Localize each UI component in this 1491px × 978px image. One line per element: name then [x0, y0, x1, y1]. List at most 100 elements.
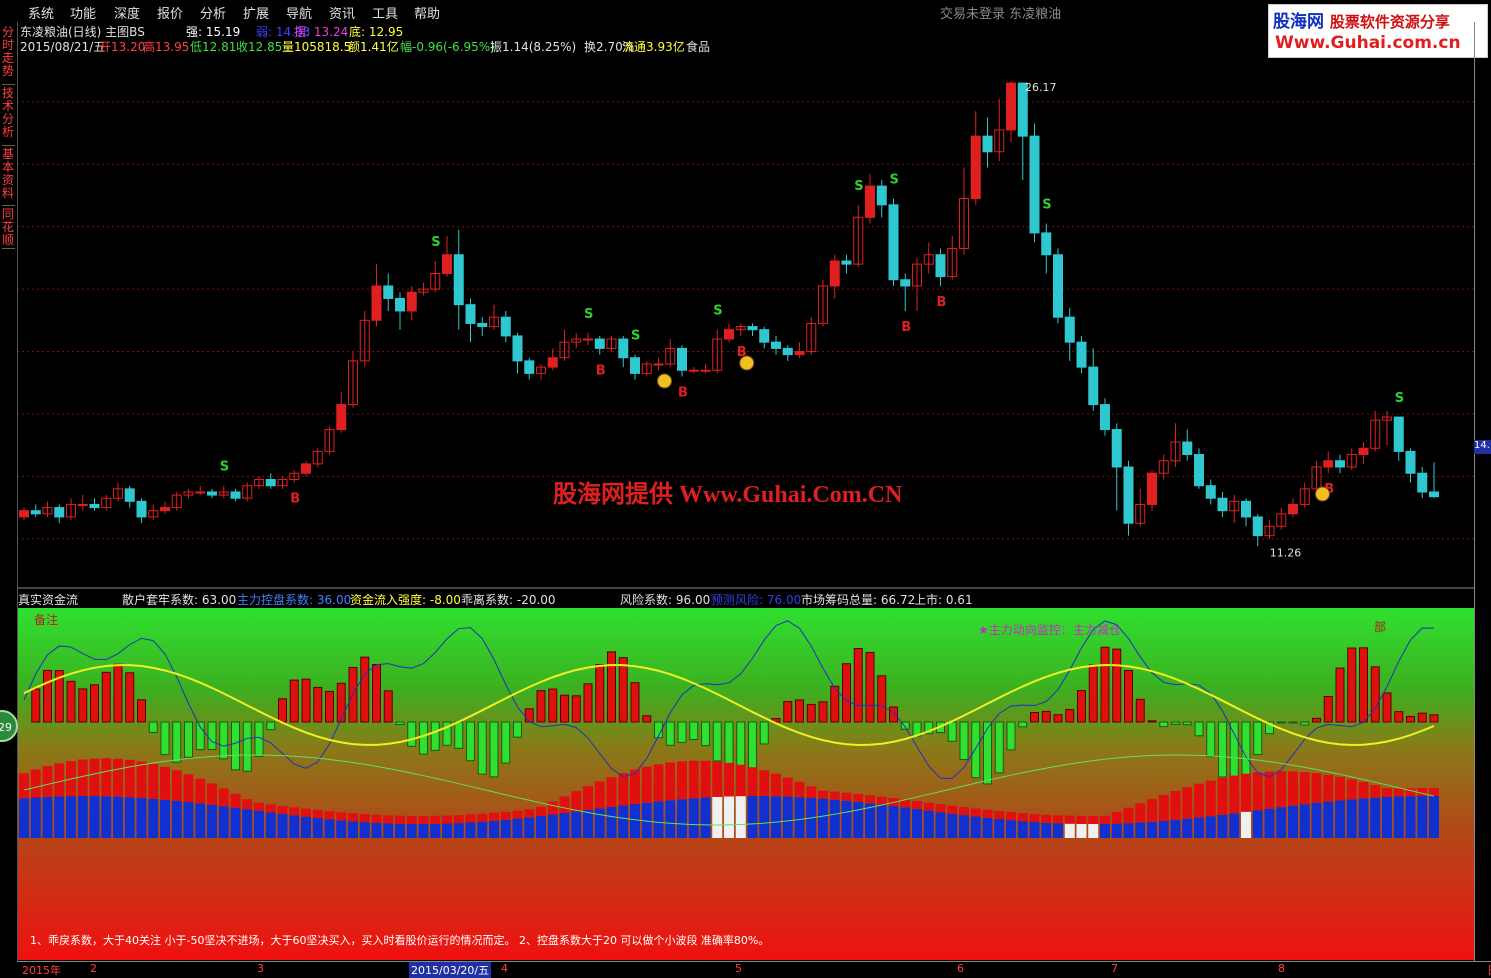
candle-body	[794, 351, 805, 356]
chip-bar	[547, 801, 558, 815]
retail-bar	[1370, 666, 1380, 723]
candle-body	[453, 254, 464, 306]
indicator-notes: 1、乖戾系数，大于40关注 小于-50坚决不进场，大于60坚决买入，买入时看股价…	[30, 934, 770, 947]
signal-B-6: B	[678, 385, 688, 400]
menu-4[interactable]: 分析	[200, 3, 226, 22]
chip-bar	[489, 812, 499, 821]
candle-body	[982, 135, 993, 153]
control-bar	[1241, 811, 1251, 838]
retail-bar	[806, 703, 816, 723]
date-label-m6: 6	[957, 962, 964, 975]
chip-total: 市场筹码总量: 66.72	[801, 593, 916, 607]
inflow-bar	[1194, 721, 1204, 737]
retail-bar	[1030, 712, 1039, 723]
control-bar	[359, 822, 370, 838]
candle-body	[747, 326, 758, 331]
inflow-bar	[477, 721, 487, 775]
chip-bar	[383, 815, 394, 824]
candle-body	[477, 322, 488, 328]
retail-bar	[853, 648, 863, 723]
chip-bar	[876, 796, 887, 805]
retail-bar	[289, 679, 299, 723]
guhai-logo: 股海网 股票软件资源分享 Www.Guhai.com.cn	[1268, 4, 1488, 58]
control-bar	[477, 821, 488, 838]
chip-bar	[1111, 811, 1122, 824]
candle-body	[724, 329, 734, 340]
chip-bar	[735, 764, 746, 797]
side-tab-2[interactable]: 基本资料	[2, 148, 15, 206]
control-bar	[618, 805, 629, 838]
side-tab-1[interactable]: 技术分析	[2, 87, 15, 146]
menu-2[interactable]: 深度	[114, 3, 140, 22]
candle-body	[547, 357, 558, 368]
inflow-bar	[172, 721, 182, 763]
control-bar	[794, 797, 805, 838]
chip-bar	[536, 806, 546, 817]
control-bar	[1029, 822, 1040, 838]
candle-body	[265, 478, 276, 487]
retail-bar	[642, 715, 652, 723]
chip-bar	[1088, 815, 1099, 824]
chip-bar	[77, 759, 88, 797]
candle-body	[1064, 316, 1075, 343]
candle-body	[77, 503, 88, 506]
control-bar	[700, 797, 711, 838]
retail-bar	[1394, 711, 1404, 723]
retail-bar	[1041, 710, 1051, 723]
menu-1[interactable]: 功能	[70, 3, 96, 22]
signal-S-3: S	[584, 307, 593, 322]
chip-bar	[242, 799, 253, 810]
menu-3[interactable]: 报价	[157, 3, 183, 22]
control-bar	[876, 804, 887, 838]
chip-bar	[1370, 784, 1381, 798]
chip-bar	[935, 804, 946, 813]
chip-bar	[19, 773, 29, 799]
menu-7[interactable]: 资讯	[329, 3, 355, 22]
retail-bar	[31, 688, 41, 723]
coef-control: 主力控盘系数: 36.00	[237, 593, 352, 607]
control-bar	[1323, 801, 1334, 838]
candle-body	[442, 254, 452, 274]
control-bar	[171, 800, 182, 838]
side-tab-bar: 分时走势技术分析基本资料同花顺	[0, 22, 18, 962]
chip-bar	[1205, 780, 1216, 817]
menu-0[interactable]: 系统	[28, 3, 54, 22]
inflow-bar	[1171, 721, 1180, 725]
control-bar	[1088, 823, 1099, 838]
smiley-marker-2	[1315, 486, 1330, 502]
chip-bar	[42, 766, 53, 797]
control-bar	[348, 821, 358, 838]
chip-bar	[254, 802, 264, 811]
chip-bar	[806, 786, 817, 798]
inflow-bar	[231, 721, 240, 771]
coef-retail: 散户套牢系数: 63.00	[122, 593, 237, 607]
retail-bar	[125, 672, 135, 723]
inflow-bar	[254, 721, 264, 757]
chip-bar	[195, 778, 206, 804]
control-bar	[900, 807, 911, 838]
chip-bar	[818, 790, 828, 799]
control-bar	[1100, 823, 1110, 838]
candle-body	[1323, 460, 1334, 468]
retail-bar	[1323, 696, 1333, 723]
chip-bar	[395, 815, 405, 824]
menu-5[interactable]: 扩展	[243, 3, 269, 22]
side-tab-0[interactable]: 分时走势	[2, 26, 15, 85]
chip-bar	[218, 788, 229, 807]
candle-body	[1123, 466, 1134, 524]
chip-bar	[512, 810, 523, 819]
chip-bar	[277, 805, 288, 814]
menu-6[interactable]: 导航	[286, 3, 312, 22]
control-bar	[301, 816, 311, 838]
chip-bar	[947, 805, 958, 814]
retail-bar	[66, 680, 76, 723]
control-bar	[465, 822, 476, 838]
control-bar	[1064, 823, 1075, 838]
signal-B-12: B	[937, 295, 947, 310]
menu-8[interactable]: 工具	[372, 3, 398, 22]
side-tab-3[interactable]: 同花顺	[2, 208, 15, 249]
price-axis-rule	[1474, 22, 1475, 961]
menu-9[interactable]: 帮助	[414, 3, 440, 22]
control-bar	[982, 817, 993, 838]
price-tag: 14.	[1474, 440, 1491, 454]
